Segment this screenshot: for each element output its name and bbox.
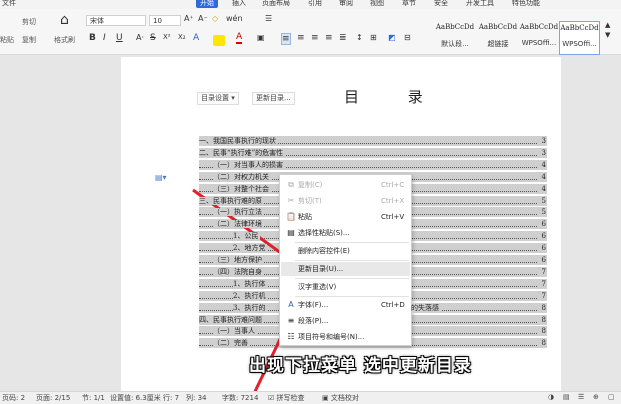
menu-item-paste-special[interactable]: ▤ 选择性粘贴(S)...	[281, 226, 410, 240]
toc-entry-text: （四）法院自身	[213, 268, 264, 276]
toc-entry-text: 3、执行的	[233, 304, 268, 312]
status-bar: 页码: 2 页面: 2/15 节: 1/1 设置值: 6.3厘米 行: 7 列:…	[0, 391, 621, 404]
proofread-button[interactable]: ▣ 文档校对	[322, 393, 359, 403]
toc-entry-text: （二）完善	[213, 339, 250, 347]
toc-entry-text: （二）法律环境	[213, 220, 264, 228]
toc-entry-text: 三、民事执行难的原	[199, 197, 264, 205]
menu-item-paste[interactable]: 📋 粘贴 Ctrl+V	[281, 210, 410, 224]
menu-separator	[295, 296, 409, 297]
toc-entry-text: （一）执行立法	[213, 208, 264, 216]
tutorial-caption: 出现下拉菜单 选中更新目录	[249, 356, 472, 376]
toc-entry-text: 二、民事“执行难”的危害性	[199, 149, 286, 157]
toc-entry-text: （三）对整个社会	[213, 185, 271, 193]
status-position: 设置值: 6.3厘米	[110, 394, 161, 402]
menu-separator	[295, 278, 409, 279]
toc-entry-text: （三）地方保护	[213, 256, 264, 264]
paste-special-icon: ▤	[287, 228, 295, 237]
menu-item-delete-control[interactable]: 删除内容控件(E)	[281, 244, 410, 258]
menu-separator	[295, 260, 409, 261]
status-page-number: 页码: 2	[2, 394, 26, 402]
view-web-icon[interactable]: ⊕	[593, 393, 599, 401]
toc-entry-text: （一）当事人	[213, 327, 257, 335]
menu-item-paragraph[interactable]: ≡ 段落(P)...	[281, 314, 410, 328]
menu-item-cut[interactable]: ✂ 剪切(T) Ctrl+X	[281, 194, 410, 208]
toc-entry-tail: 的失落感	[411, 303, 441, 313]
status-row: 行: 7	[163, 394, 180, 402]
toc-entry-text: （二）对权力机关	[213, 173, 271, 181]
toc-entry-text: 四、民事执行难问题	[199, 316, 264, 324]
menu-item-reconvert[interactable]: 汉字重选(V)	[281, 280, 410, 294]
status-section: 节: 1/1	[82, 394, 105, 402]
cut-icon: ✂	[287, 196, 295, 205]
status-column: 列: 34	[186, 394, 207, 402]
view-outline-icon[interactable]: ☰	[578, 393, 584, 401]
zoom-icon[interactable]: ▢	[608, 393, 615, 401]
toc-entry-text: 1、执行体	[233, 280, 268, 288]
view-read-icon[interactable]: ◑	[548, 393, 554, 401]
status-word-count[interactable]: 字数: 7214	[222, 393, 258, 403]
font-icon: A	[288, 300, 294, 309]
status-page: 页面: 2/15	[36, 394, 71, 402]
paragraph-icon: ≡	[287, 316, 295, 325]
menu-separator	[295, 242, 409, 243]
menu-item-numbering[interactable]: ☷ 项目符号和编号(N)...	[281, 330, 410, 344]
toc-entry-text: （一）对当事人的损害	[213, 161, 285, 169]
numbering-icon: ☷	[287, 332, 295, 341]
toc-entry-text: 一、我国民事执行的现状	[199, 137, 278, 145]
toc-entry-text: 2、执行机	[233, 292, 268, 300]
toc-entry-text: 1、公民	[233, 232, 261, 240]
copy-icon: ⧉	[288, 180, 294, 189]
menu-item-update-toc[interactable]: 更新目录(U)...	[281, 262, 410, 276]
view-page-icon[interactable]: ▤	[563, 393, 570, 401]
menu-item-copy[interactable]: ⧉ 复制(C) Ctrl+C	[281, 178, 410, 192]
menu-item-font[interactable]: A 字体(F)... Ctrl+D	[281, 298, 410, 312]
spell-check-button[interactable]: ☑ 拼写检查	[268, 393, 305, 403]
context-menu: ⧉ 复制(C) Ctrl+C ✂ 剪切(T) Ctrl+X 📋 粘贴 Ctrl+V ▤ 选择性…	[279, 174, 412, 346]
watermark: 百度经验	[520, 355, 560, 366]
paste-icon: 📋	[286, 212, 296, 221]
toc-entry-text: 2、地方党	[233, 244, 268, 252]
